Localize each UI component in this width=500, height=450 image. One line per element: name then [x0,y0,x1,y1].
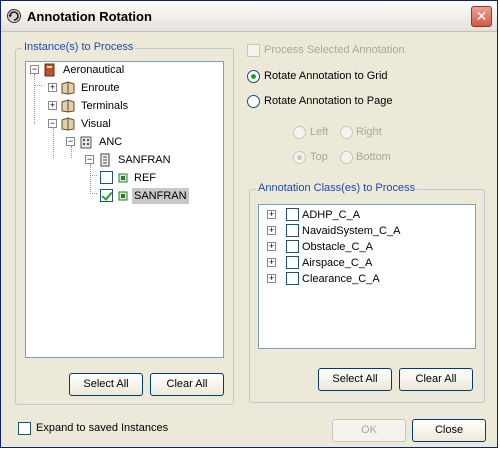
process-selected-checkbox[interactable] [247,44,260,57]
close-button[interactable]: Close [412,419,486,442]
ok-button[interactable]: OK [332,419,406,442]
top-label: Top [310,151,328,163]
expand-saved-label: Expand to saved Instances [36,422,169,434]
expand-class-toggle[interactable]: + [267,226,276,235]
tree-node-aeronautical[interactable]: Aeronautical [63,62,124,78]
left-label: Left [310,126,329,138]
tree-node-visual[interactable]: Visual [81,116,111,132]
class-checkbox[interactable] [286,240,299,253]
left-radio[interactable] [293,126,306,139]
close-window-button[interactable]: ✕ [471,6,492,27]
classes-group: Annotation Class(es) to Process + ADHP_C_… [249,182,485,403]
class-checkbox[interactable] [286,224,299,237]
collapse-root-toggle[interactable]: − [30,65,39,74]
rotation-app-icon [7,9,21,23]
rotate-grid-radio[interactable] [247,70,260,83]
class-label: NavaidSystem_C_A [302,225,401,237]
tree-node-sanfran[interactable]: SANFRAN [118,152,171,168]
layer-icon [118,191,128,201]
classes-select-all-button[interactable]: Select All [318,368,392,391]
title-bar: Annotation Rotation ✕ [1,1,497,32]
building-icon [80,136,92,149]
collapse-sanfran-toggle[interactable]: − [85,155,94,164]
right-label: Right [356,126,382,138]
expand-class-toggle[interactable]: + [267,210,276,219]
window-title: Annotation Rotation [27,9,152,24]
bottom-radio[interactable] [340,151,353,164]
annotation-rotation-dialog: Annotation Rotation ✕ Instance(s) to Pro… [0,0,498,448]
top-radio[interactable] [293,151,306,164]
right-radio[interactable] [340,126,353,139]
class-label: ADHP_C_A [302,209,361,221]
instances-select-all-button[interactable]: Select All [69,373,143,396]
class-label: Clearance_C_A [302,273,380,285]
sheet-icon [100,153,110,167]
collapse-visual-toggle[interactable]: − [48,119,57,128]
book-icon [44,63,55,77]
class-checkbox[interactable] [286,272,299,285]
tree-node-terminals[interactable]: Terminals [81,98,128,114]
book-icon [61,99,75,113]
expand-terminals-toggle[interactable]: + [48,101,57,110]
bottom-label: Bottom [356,151,391,163]
rotate-page-radio[interactable] [247,95,260,108]
tree-node-anc[interactable]: ANC [99,134,122,150]
instances-group: Instance(s) to Process − Aeronautical + [15,41,234,405]
tree-node-ref[interactable]: REF [134,170,156,186]
instances-tree[interactable]: − Aeronautical + Enroute + Terminals − V… [25,61,224,358]
ref-checkbox[interactable] [100,171,113,184]
expand-class-toggle[interactable]: + [267,258,276,267]
expand-class-toggle[interactable]: + [267,274,276,283]
instances-legend: Instance(s) to Process [22,41,136,53]
expand-saved-checkbox[interactable] [18,422,31,435]
classes-legend: Annotation Class(es) to Process [256,182,418,194]
layer-icon [118,173,128,183]
class-checkbox[interactable] [286,256,299,269]
class-label: Airspace_C_A [302,257,373,269]
sanfran-checkbox[interactable] [100,189,113,202]
collapse-anc-toggle[interactable]: − [66,137,75,146]
instances-clear-all-button[interactable]: Clear All [150,373,224,396]
expand-enroute-toggle[interactable]: + [48,83,57,92]
class-checkbox[interactable] [286,208,299,221]
expand-class-toggle[interactable]: + [267,242,276,251]
book-icon [61,117,75,131]
classes-clear-all-button[interactable]: Clear All [399,368,473,391]
classes-list[interactable]: + ADHP_C_A + NavaidSystem_C_A + Obstacle_C_A +… [258,204,476,349]
class-label: Obstacle_C_A [302,241,373,253]
book-icon [61,81,75,95]
tree-node-sanfran-selected[interactable]: SANFRAN [132,188,189,204]
tree-node-enroute[interactable]: Enroute [81,80,120,96]
rotate-grid-label: Rotate Annotation to Grid [264,70,388,82]
process-selected-label: Process Selected Annotation [264,44,405,56]
rotate-page-label: Rotate Annotation to Page [264,95,393,107]
